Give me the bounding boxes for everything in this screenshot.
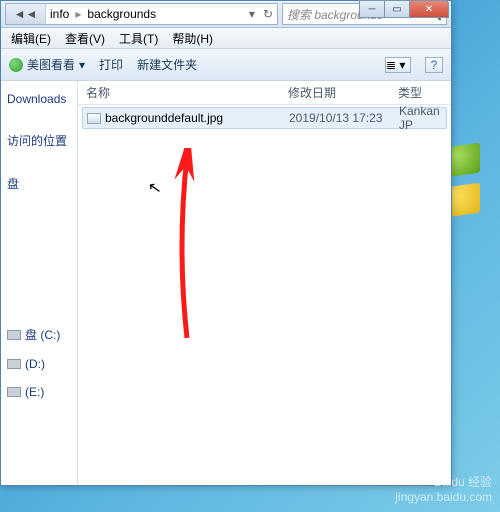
menu-edit[interactable]: 编辑(E) (5, 28, 57, 49)
help-icon[interactable]: ? (425, 57, 443, 73)
drive-icon (7, 359, 21, 369)
sidebar-item-disk[interactable]: 盘 (3, 170, 75, 197)
sidebar-item-drive-d[interactable]: (D:) (3, 352, 75, 376)
image-file-icon (87, 113, 101, 124)
sidebar-item-downloads[interactable]: Downloads (3, 87, 75, 111)
dropdown-icon: ▾ (79, 58, 85, 72)
address-bar[interactable]: ◄◄ info ▸ backgrounds ▾ ↻ (5, 3, 278, 25)
file-modified: 2019/10/13 17:23 (289, 111, 399, 125)
file-row[interactable]: backgrounddefault.jpg 2019/10/13 17:23 K… (82, 107, 447, 129)
file-name: backgrounddefault.jpg (105, 111, 223, 125)
meitu-button[interactable]: 美图看看 ▾ (9, 56, 85, 73)
menu-help[interactable]: 帮助(H) (166, 28, 219, 49)
file-type: Kankan JP (399, 104, 446, 132)
address-dropdown-icon[interactable]: ▾ (245, 7, 259, 21)
print-button[interactable]: 打印 (99, 56, 123, 73)
minimize-button[interactable]: ─ (359, 0, 385, 18)
view-options-button[interactable]: ≣ ▾ (385, 57, 411, 73)
toolbar: 美图看看 ▾ 打印 新建文件夹 ≣ ▾ ? (1, 49, 451, 81)
refresh-icon[interactable]: ↻ (259, 7, 277, 21)
file-list: 名称 修改日期 类型 backgrounddefault.jpg 2019/10… (78, 81, 451, 485)
maximize-button[interactable]: ▭ (384, 0, 410, 18)
col-name[interactable]: 名称 (78, 84, 288, 101)
col-type[interactable]: 类型 (398, 84, 451, 101)
watermark: Baidu 经验 jingyan.baidu.com (395, 475, 492, 504)
column-headers: 名称 修改日期 类型 (78, 81, 451, 105)
drive-icon (7, 387, 21, 397)
drive-icon (7, 330, 21, 340)
sidebar-item-recent[interactable]: 访问的位置 (3, 127, 75, 154)
breadcrumb-seg[interactable]: info (46, 7, 73, 21)
newfolder-button[interactable]: 新建文件夹 (137, 56, 197, 73)
breadcrumb-seg[interactable]: backgrounds (83, 7, 160, 21)
menubar: 编辑(E) 查看(V) 工具(T) 帮助(H) (1, 28, 451, 49)
close-button[interactable]: ✕ (409, 0, 449, 18)
explorer-window: ─ ▭ ✕ ◄◄ info ▸ backgrounds ▾ ↻ 搜索 backg… (0, 0, 452, 486)
sidebar-item-drive-c[interactable]: 盘 (C:) (3, 321, 75, 348)
col-modified[interactable]: 修改日期 (288, 84, 398, 101)
meitu-icon (9, 58, 23, 72)
menu-view[interactable]: 查看(V) (59, 28, 111, 49)
nav-back-icon[interactable]: ◄◄ (6, 4, 46, 24)
breadcrumb-separator: ▸ (73, 7, 83, 21)
menu-tools[interactable]: 工具(T) (113, 28, 164, 49)
sidebar-item-drive-e[interactable]: (E:) (3, 380, 75, 404)
sidebar: Downloads 访问的位置 盘 盘 (C:) (D:) (E:) (1, 81, 78, 485)
